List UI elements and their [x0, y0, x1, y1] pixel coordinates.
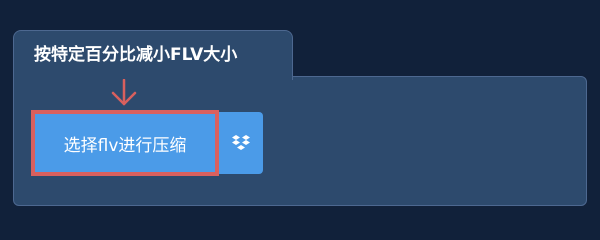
panel-tab: 按特定百分比减小FLV大小 [13, 30, 293, 80]
panel-title: 按特定百分比减小FLV大小 [34, 45, 238, 65]
panel-tab-connector [14, 74, 292, 80]
dropbox-button[interactable] [219, 112, 263, 174]
dropbox-icon [232, 135, 250, 150]
upload-button-group: 选择flv进行压缩 [31, 110, 263, 176]
select-flv-button[interactable]: 选择flv进行压缩 [31, 110, 219, 176]
arrow-down-icon [111, 79, 137, 106]
